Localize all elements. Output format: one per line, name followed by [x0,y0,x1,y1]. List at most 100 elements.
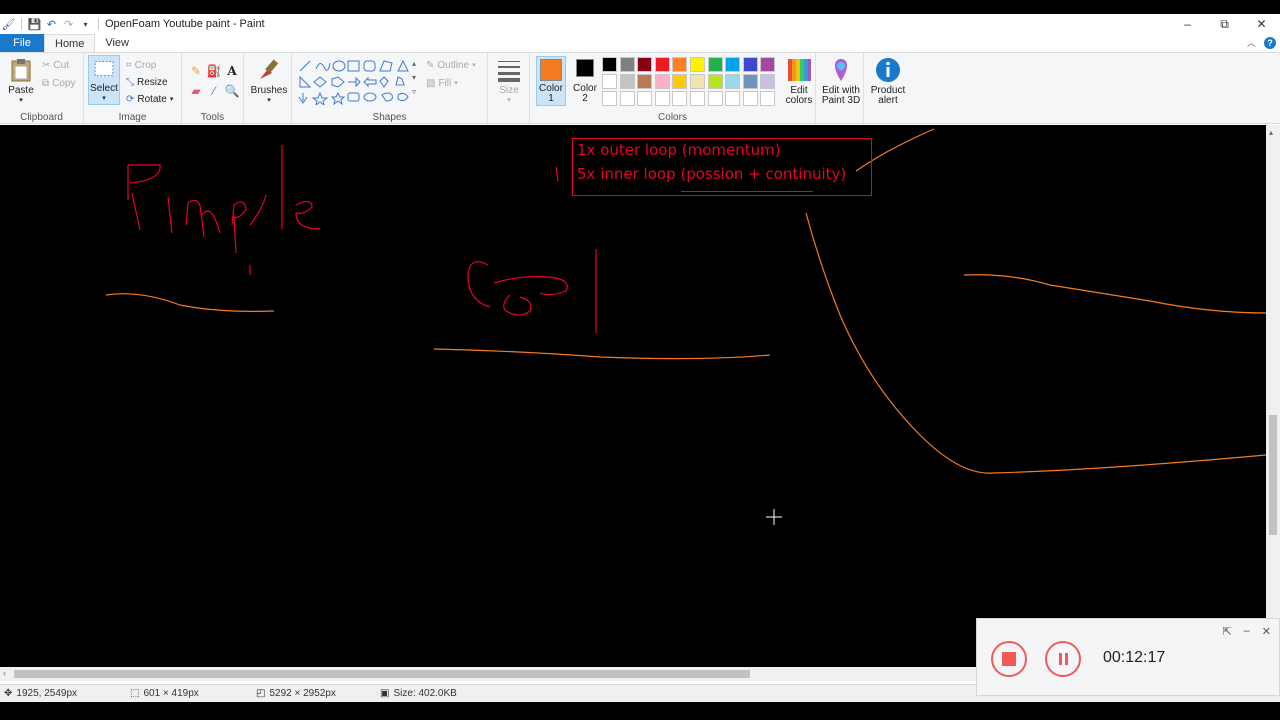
close-button[interactable]: ✕ [1243,14,1280,34]
handwriting-stroke-2 [167,196,173,234]
vertical-scroll-thumb[interactable] [1269,415,1277,535]
palette-swatch-empty[interactable] [619,91,635,106]
palette-swatch[interactable] [690,57,705,72]
shapes-gallery[interactable] [298,59,410,105]
move-cursor-icon: ✥ [4,688,13,699]
palette-swatch[interactable] [725,57,741,72]
palette-swatch[interactable] [637,57,653,72]
palette-swatch-empty[interactable] [637,91,653,106]
window-title: OpenFoam Youtube paint - Paint [105,18,265,30]
handwriting-c [467,261,491,308]
size-button[interactable]: Size ▾ [494,57,524,106]
color1-button[interactable]: Color 1 [536,56,566,106]
crop-button[interactable]: ⌗ Crop [126,57,156,73]
popout-icon[interactable]: ⇱ [1222,625,1231,638]
rotate-dropdown-icon: ▾ [169,96,174,103]
customize-qat-icon[interactable]: ▾ [79,18,92,31]
recorder-close-icon[interactable]: ✕ [1262,625,1271,638]
palette-swatch[interactable] [760,74,776,89]
magnifier-icon[interactable]: 🔍 [224,83,240,99]
redo-icon[interactable]: ↷ [62,18,75,31]
rotate-label: Rotate [137,93,167,105]
save-icon[interactable]: 💾 [28,18,42,31]
palette-swatch-empty[interactable] [760,91,776,106]
palette-swatch[interactable] [672,57,688,72]
pause-recording-button[interactable] [1045,641,1081,677]
cut-button[interactable]: ✂ Cut [42,57,69,73]
underline-stroke [681,191,813,192]
palette-swatch[interactable] [707,74,723,89]
restore-button[interactable]: ⧉ [1206,14,1243,34]
palette-swatch[interactable] [654,74,670,89]
paste-icon [11,59,31,82]
palette-swatch[interactable] [725,74,741,89]
palette-swatch[interactable] [690,74,705,89]
palette-swatch-empty[interactable] [725,91,741,106]
palette-swatch[interactable] [619,57,635,72]
fill-bucket-icon[interactable]: ⛽ [206,63,222,79]
palette-swatch[interactable] [602,74,617,89]
copy-button[interactable]: ⧉ Copy [42,75,76,91]
tab-home[interactable]: Home [44,34,96,52]
product-alert-button[interactable]: Product alert [868,57,908,106]
palette-swatch-empty[interactable] [707,91,723,106]
text-tool-icon[interactable]: A [224,63,240,79]
fill-dropdown-icon: ▾ [454,80,458,87]
outline-button[interactable]: ✎ Outline ▾ [426,57,476,73]
file-size: ▣ Size: 402.0KB [380,688,457,699]
resize-icon: ⤡ [126,76,134,88]
qat-separator [21,18,22,30]
handwriting-e2 [493,276,568,296]
collapse-ribbon-icon[interactable]: ︿ [1247,36,1256,49]
color2-button[interactable]: Color 2 [570,59,600,104]
brushes-button[interactable]: Brushes ▾ [251,57,287,106]
shapes-expand-icon[interactable]: ▿ [412,83,416,99]
paste-dropdown-icon: ▾ [19,97,23,104]
stop-recording-button[interactable] [991,641,1027,677]
select-button[interactable]: Select ▾ [88,55,120,105]
palette-swatch[interactable] [619,74,635,89]
eraser-icon[interactable]: ▰ [188,83,204,99]
edit-with-paint3d-button[interactable]: Edit with Paint 3D [820,57,862,106]
horizontal-scroll-thumb[interactable] [14,670,750,678]
palette-swatch[interactable] [672,74,688,89]
image-size: ◰ 5292 × 2952px [256,688,336,699]
palette-swatch[interactable] [742,57,758,72]
fill-button[interactable]: ▧ Fill ▾ [426,75,458,91]
paste-button[interactable]: Paste ▾ [6,57,36,106]
palette-swatch-empty[interactable] [742,91,758,106]
palette-swatch-empty[interactable] [690,91,705,106]
recorder-minimize-icon[interactable]: – [1244,625,1250,638]
undo-icon[interactable]: ↶ [45,18,58,31]
drawing-canvas[interactable]: 1x outer loop (momentum) 5x inner loop (… [0,125,1266,681]
palette-swatch-empty[interactable] [602,91,617,106]
palette-swatch[interactable] [637,74,653,89]
crop-label: Crop [134,59,157,71]
palette-swatch[interactable] [742,74,758,89]
title-bar: 🖌 💾 ↶ ↷ ▾ OpenFoam Youtube paint - Paint… [0,14,1280,34]
tab-file[interactable]: File [0,34,44,52]
resize-button[interactable]: ⤡ Resize [126,74,168,90]
canvas-text-box[interactable]: 1x outer loop (momentum) 5x inner loop (… [572,138,872,196]
palette-swatch[interactable] [760,57,776,72]
pencil-icon[interactable]: ✎ [188,63,204,79]
color-picker-icon[interactable]: ⁄ [206,83,222,99]
palette-swatch[interactable] [707,57,723,72]
canvas-text-line-1: 1x outer loop (momentum) [577,141,781,159]
minimize-button[interactable]: – [1169,14,1206,34]
canvas-drawing [105,128,1266,525]
palette-swatch[interactable] [602,57,617,72]
vertical-scrollbar[interactable]: ▴ [1266,125,1280,681]
handwriting-s [503,294,532,316]
tab-view[interactable]: View [95,34,139,52]
rainbow-icon [788,59,811,81]
palette-swatch[interactable] [654,57,670,72]
edit-colors-button[interactable]: Edit colors [782,57,816,106]
palette-swatch-empty[interactable] [654,91,670,106]
help-icon[interactable]: ? [1264,36,1276,49]
rotate-button[interactable]: ⟳ Rotate ▾ [126,91,173,107]
scroll-left-icon[interactable]: ‹ [3,668,6,678]
palette-swatch-empty[interactable] [672,91,688,106]
info-icon [876,58,900,82]
scroll-up-icon[interactable]: ▴ [1269,128,1273,137]
